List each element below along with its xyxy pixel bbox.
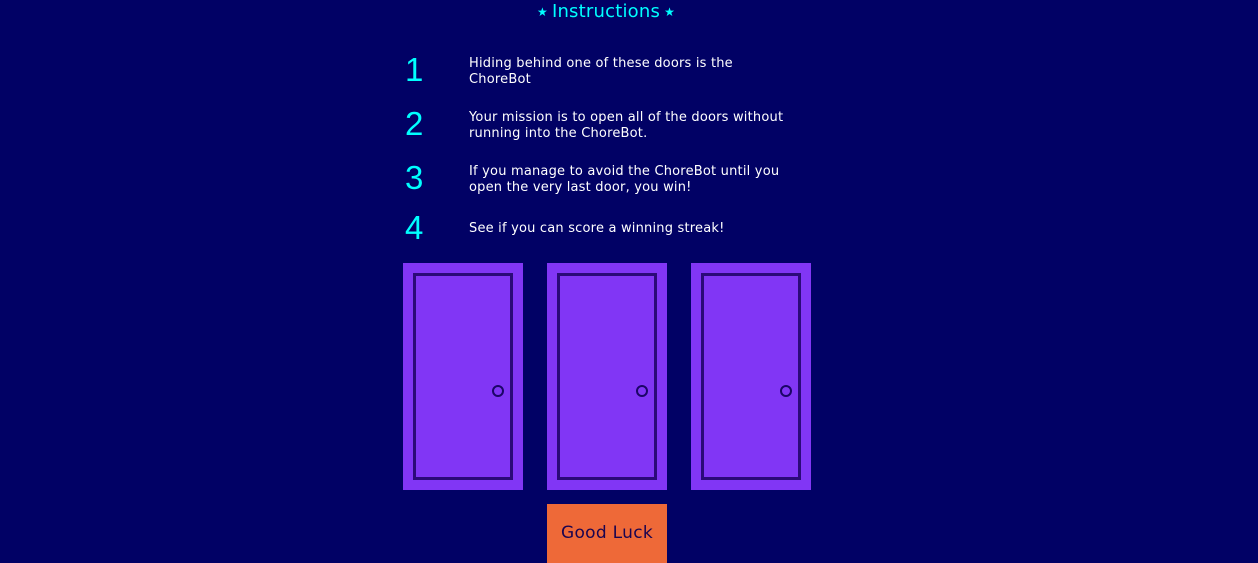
door-knob-icon [636,385,648,397]
door-3[interactable] [691,263,811,490]
door-panel [701,273,801,480]
step-text: If you manage to avoid the ChoreBot unti… [469,164,780,195]
instructions-title: ★ Instructions ★ [0,2,1212,22]
step-text: Your mission is to open all of the doors… [469,110,784,141]
step-text: Hiding behind one of these doors is the … [469,56,733,87]
door-row [403,263,811,490]
star-icon-left: ★ [536,5,548,19]
door-knob-icon [780,385,792,397]
door-1[interactable] [403,263,523,490]
good-luck-button[interactable]: Good Luck [547,504,667,563]
game-page: ★ Instructions ★ 1 Hiding behind one of th… [0,0,1258,563]
door-2[interactable] [547,263,667,490]
step-number: 1 [405,51,424,88]
door-knob-icon [492,385,504,397]
door-panel [557,273,657,480]
instructions-title-text: Instructions [551,1,661,22]
star-icon-right: ★ [664,5,676,19]
step-number: 3 [405,159,424,196]
door-panel [413,273,513,480]
step-number: 2 [405,105,424,142]
step-number: 4 [405,209,424,246]
step-text: See if you can score a winning streak! [469,221,725,236]
